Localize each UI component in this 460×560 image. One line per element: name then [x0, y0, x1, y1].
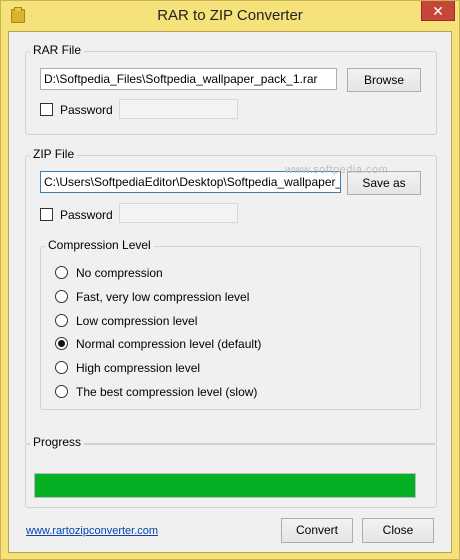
close-button[interactable]: Close: [362, 518, 434, 543]
progress-bar-fill: [35, 474, 415, 497]
browse-button[interactable]: Browse: [347, 68, 421, 92]
progress-label: Progress: [30, 435, 85, 449]
rar-file-group: RAR File D:\Softpedia_Files\Softpedia_wa…: [25, 43, 437, 135]
watermark-text: www.softpedia.com: [285, 164, 389, 176]
radio-button[interactable]: [55, 290, 68, 303]
zip-file-group-label: ZIP File: [30, 147, 78, 161]
window-title: RAR to ZIP Converter: [157, 7, 303, 24]
close-icon: ✕: [432, 3, 444, 19]
radio-label: Normal compression level (default): [76, 337, 262, 351]
website-link[interactable]: www.rartozipconverter.com: [26, 525, 158, 537]
radio-button[interactable]: [55, 361, 68, 374]
convert-button[interactable]: Convert: [281, 518, 353, 543]
radio-label: The best compression level (slow): [76, 385, 258, 399]
rar-path-input[interactable]: D:\Softpedia_Files\Softpedia_wallpaper_p…: [40, 68, 337, 90]
radio-label: Low compression level: [76, 314, 198, 328]
radio-label: High compression level: [76, 361, 201, 375]
rar-password-input[interactable]: [119, 99, 238, 119]
zip-password-checkbox[interactable]: [40, 208, 53, 221]
window-close-button[interactable]: ✕: [421, 1, 455, 21]
radio-button[interactable]: [55, 314, 68, 327]
zip-file-group: ZIP File C:\Users\SoftpediaEditor\Deskto…: [25, 147, 437, 445]
rar-password-checkbox[interactable]: [40, 103, 53, 116]
radio-button-selected[interactable]: [55, 337, 68, 350]
radio-button[interactable]: [55, 385, 68, 398]
zip-password-label: Password: [60, 208, 113, 222]
radio-button[interactable]: [55, 266, 68, 279]
rar-file-group-label: RAR File: [30, 43, 85, 57]
compression-level-group: Compression Level No compression Fast, v…: [40, 238, 421, 410]
client-area: RAR File D:\Softpedia_Files\Softpedia_wa…: [8, 31, 452, 553]
zip-password-input[interactable]: [119, 203, 238, 223]
progress-bar: [34, 473, 416, 498]
rar-password-label: Password: [60, 103, 113, 117]
app-window: RAR to ZIP Converter ✕ RAR File D:\Softp…: [0, 0, 460, 560]
title-bar[interactable]: RAR to ZIP Converter ✕: [1, 1, 459, 31]
radio-label: No compression: [76, 266, 163, 280]
compression-level-label: Compression Level: [45, 238, 154, 252]
progress-group: Progress: [25, 435, 437, 508]
radio-label: Fast, very low compression level: [76, 290, 250, 304]
